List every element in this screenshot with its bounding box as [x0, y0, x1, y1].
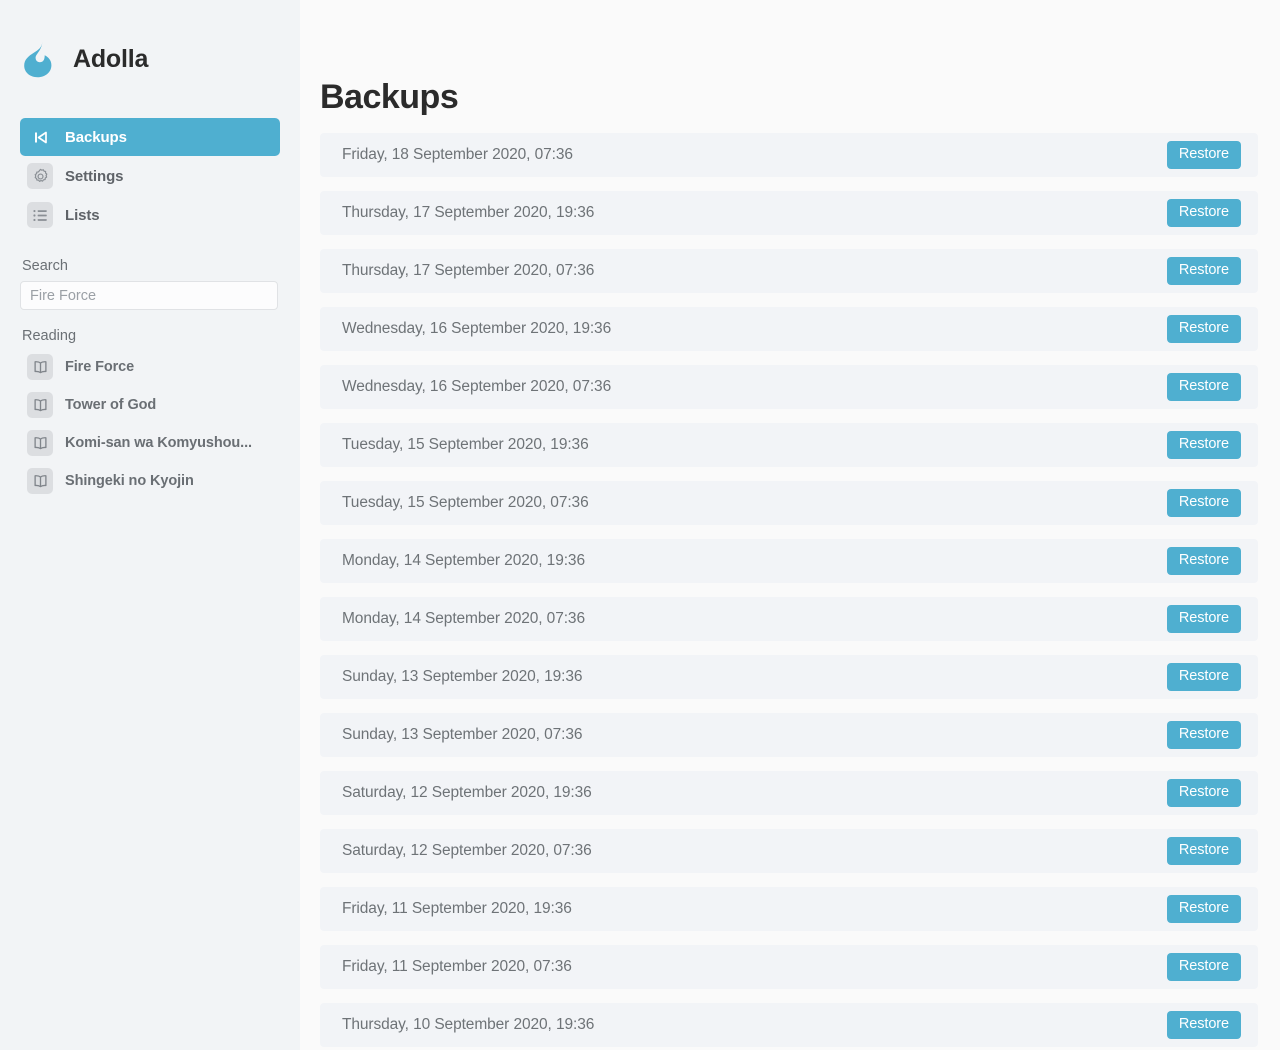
- page-title: Backups: [320, 78, 459, 116]
- restore-button[interactable]: Restore: [1166, 837, 1241, 865]
- restore-button[interactable]: Restore: [1166, 199, 1241, 227]
- restore-button[interactable]: Restore: [1166, 1011, 1241, 1039]
- backup-row: Saturday, 12 September 2020, 07:36 Restor…: [320, 829, 1258, 873]
- list-item[interactable]: Komi-san wa Komyushou...: [20, 426, 280, 460]
- backup-row: Thursday, 17 September 2020, 19:36 Restor…: [320, 191, 1258, 235]
- restore-button[interactable]: Restore: [1166, 895, 1241, 923]
- backup-date: Friday, 11 September 2020, 19:36: [342, 900, 572, 917]
- backup-date: Saturday, 12 September 2020, 07:36: [342, 842, 592, 859]
- restore-button[interactable]: Restore: [1166, 663, 1241, 691]
- backup-date: Monday, 14 September 2020, 07:36: [342, 610, 585, 627]
- app-window: Adolla Backups Settings Lists Search Fir…: [0, 0, 1280, 1050]
- backup-date: Sunday, 13 September 2020, 19:36: [342, 668, 583, 685]
- backup-date: Tuesday, 15 September 2020, 07:36: [342, 494, 589, 511]
- restore-button[interactable]: Restore: [1166, 373, 1241, 401]
- backup-date: Wednesday, 16 September 2020, 19:36: [342, 320, 612, 337]
- list-item[interactable]: Tower of God: [20, 388, 280, 422]
- backup-row: Friday, 18 September 2020, 07:36 Restore: [320, 133, 1258, 177]
- backup-row: Saturday, 12 September 2020, 19:36 Restor…: [320, 771, 1258, 815]
- restore-button[interactable]: Restore: [1166, 547, 1241, 575]
- backup-row: Monday, 14 September 2020, 19:36 Restore: [320, 539, 1258, 583]
- backup-date: Saturday, 12 September 2020, 19:36: [342, 784, 592, 801]
- backup-row: Wednesday, 16 September 2020, 07:36 Resto…: [320, 365, 1258, 409]
- sidebar-item-label: Backups: [65, 128, 127, 146]
- backup-date: Friday, 18 September 2020, 07:36: [342, 146, 573, 163]
- list-item-label: Shingeki no Kyojin: [65, 473, 194, 489]
- brand-name: Adolla: [73, 44, 149, 73]
- search-input[interactable]: [20, 281, 278, 310]
- book-icon: [27, 430, 53, 456]
- sidebar-item-settings[interactable]: Settings: [20, 157, 280, 195]
- backup-row: Thursday, 10 September 2020, 19:36 Restor…: [320, 1003, 1258, 1047]
- restore-button[interactable]: Restore: [1166, 315, 1241, 343]
- restore-button[interactable]: Restore: [1166, 953, 1241, 981]
- sidebar-item-backups[interactable]: Backups: [20, 118, 280, 156]
- backup-date: Sunday, 13 September 2020, 07:36: [342, 726, 583, 743]
- list-item-label: Komi-san wa Komyushou...: [65, 435, 252, 451]
- list-icon: [27, 202, 53, 228]
- backup-date: Thursday, 17 September 2020, 07:36: [342, 262, 595, 279]
- backup-row: Sunday, 13 September 2020, 07:36 Restore: [320, 713, 1258, 757]
- restore-button[interactable]: Restore: [1166, 141, 1241, 169]
- restore-button[interactable]: Restore: [1166, 489, 1241, 517]
- backup-row: Wednesday, 16 September 2020, 19:36 Resto…: [320, 307, 1258, 351]
- skip-back-icon: [27, 124, 53, 150]
- backup-date: Thursday, 10 September 2020, 19:36: [342, 1016, 595, 1033]
- list-item-label: Fire Force: [65, 359, 135, 375]
- book-icon: [27, 392, 53, 418]
- sidebar-item-label: Settings: [65, 167, 124, 185]
- backup-row: Monday, 14 September 2020, 07:36 Restore: [320, 597, 1258, 641]
- backup-date: Wednesday, 16 September 2020, 07:36: [342, 378, 612, 395]
- sidebar-nav: Backups Settings Lists: [20, 118, 280, 241]
- backup-row: Thursday, 17 September 2020, 07:36 Restor…: [320, 249, 1258, 293]
- backup-row: Sunday, 13 September 2020, 19:36 Restore: [320, 655, 1258, 699]
- backup-date: Monday, 14 September 2020, 19:36: [342, 552, 585, 569]
- sidebar: Adolla Backups Settings Lists Search Fir…: [0, 0, 300, 1050]
- flame-icon: [24, 41, 52, 78]
- restore-button[interactable]: Restore: [1166, 605, 1241, 633]
- search-label: Search: [22, 258, 68, 274]
- restore-button[interactable]: Restore: [1166, 431, 1241, 459]
- restore-button[interactable]: Restore: [1166, 257, 1241, 285]
- gear-icon: [27, 163, 53, 189]
- list-item-label: Tower of God: [65, 397, 157, 413]
- backup-date: Friday, 11 September 2020, 07:36: [342, 958, 572, 975]
- backup-row: Tuesday, 15 September 2020, 07:36 Restore: [320, 481, 1258, 525]
- reading-section-label: Reading: [22, 328, 77, 344]
- brand: Adolla: [20, 0, 280, 118]
- list-item[interactable]: Shingeki no Kyojin: [20, 464, 280, 498]
- book-icon: [27, 468, 53, 494]
- restore-button[interactable]: Restore: [1166, 779, 1241, 807]
- backup-list: Friday, 18 September 2020, 07:36 Restore T…: [320, 133, 1258, 1047]
- backup-row: Tuesday, 15 September 2020, 19:36 Restore: [320, 423, 1258, 467]
- backup-date: Thursday, 17 September 2020, 19:36: [342, 204, 595, 221]
- backup-date: Tuesday, 15 September 2020, 19:36: [342, 436, 589, 453]
- main-content: Backups Friday, 18 September 2020, 07:36…: [300, 0, 1280, 1050]
- list-item[interactable]: Fire Force: [20, 350, 280, 384]
- backup-row: Friday, 11 September 2020, 07:36 Restore: [320, 945, 1258, 989]
- backup-row: Friday, 11 September 2020, 19:36 Restore: [320, 887, 1258, 931]
- sidebar-item-label: Lists: [65, 206, 100, 224]
- reading-list: Fire Force Tower of God Komi-san wa Komy…: [20, 350, 280, 498]
- sidebar-item-lists[interactable]: Lists: [20, 196, 280, 234]
- restore-button[interactable]: Restore: [1166, 721, 1241, 749]
- book-icon: [27, 354, 53, 380]
